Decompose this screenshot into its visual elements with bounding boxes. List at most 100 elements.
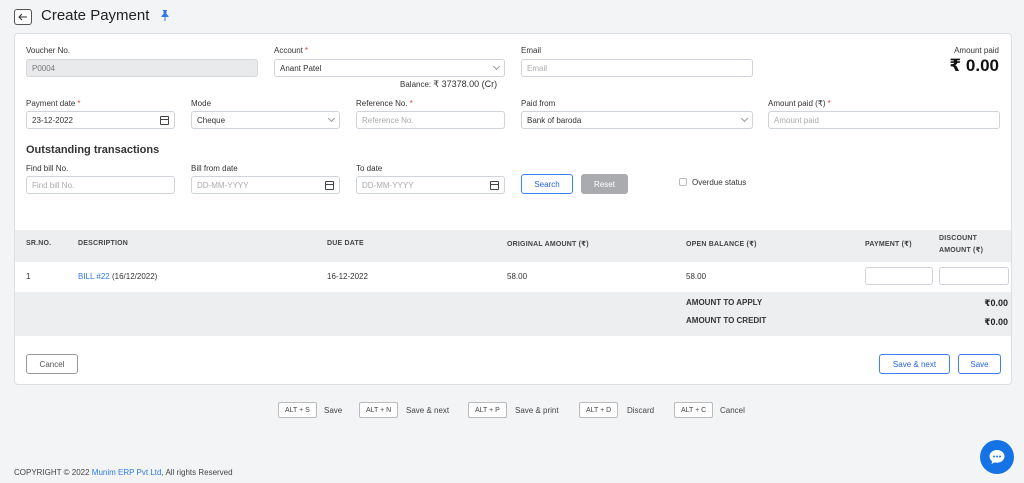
col-description: DESCRIPTION (78, 240, 129, 247)
account-balance: Balance: ₹ 37378.00 (Cr) (400, 79, 497, 90)
reference-field[interactable]: Reference No. (356, 111, 505, 129)
shortcut-key-save-next: ALT + N (359, 402, 399, 418)
mode-value: Cheque (197, 115, 226, 125)
col-discount-line2: AMOUNT (₹) (939, 247, 984, 254)
payment-date-field[interactable]: 23-12-2022 (26, 111, 175, 129)
back-button[interactable] (14, 9, 32, 25)
save-next-button[interactable]: Save & next (879, 354, 950, 374)
to-date-label: To date (356, 164, 383, 173)
reference-label: Reference No. * (356, 99, 413, 108)
col-payment: PAYMENT (₹) (865, 241, 912, 248)
account-label-text: Account (274, 46, 303, 55)
amount-paid-summary-label: Amount paid (954, 46, 999, 55)
find-bill-label: Find bill No. (26, 164, 69, 173)
reference-placeholder: Reference No. (362, 115, 414, 125)
paid-from-label: Paid from (521, 99, 556, 108)
amount-paid-label-text: Amount paid (₹) (768, 99, 826, 108)
to-date-placeholder: DD-MM-YYYY (362, 180, 414, 190)
discount-input[interactable] (939, 267, 1009, 285)
bill-date: (16/12/2022) (111, 272, 158, 281)
calendar-icon[interactable] (325, 180, 334, 190)
shortcut-key-save: ALT + S (278, 402, 317, 418)
col-original-amount: ORIGINAL AMOUNT (₹) (507, 241, 589, 248)
shortcut-key-save-print: ALT + P (468, 402, 507, 418)
reset-button[interactable]: Reset (581, 174, 628, 194)
row-open-balance: 58.00 (686, 272, 707, 281)
pin-icon (161, 10, 169, 21)
to-date-field[interactable]: DD-MM-YYYY (356, 176, 505, 194)
overdue-label: Overdue status (692, 178, 747, 187)
shortcut-label-save-print: Save & print (515, 406, 559, 415)
required-mark: * (304, 46, 309, 55)
amount-to-apply-value: ₹0.00 (984, 298, 1008, 308)
page-title: Create Payment (41, 7, 150, 24)
pin-button[interactable] (161, 10, 169, 23)
chevron-down-icon (327, 114, 336, 123)
shortcut-label-discard: Discard (627, 406, 655, 415)
bill-link[interactable]: BILL #22 (78, 272, 110, 281)
bill-from-placeholder: DD-MM-YYYY (197, 180, 249, 190)
table-row: 1 BILL #22 (16/12/2022) 16-12-2022 58.00… (15, 262, 1011, 292)
bill-from-field[interactable]: DD-MM-YYYY (191, 176, 340, 194)
find-bill-placeholder: Find bill No. (32, 180, 75, 190)
cancel-button[interactable]: Cancel (26, 354, 78, 374)
shortcut-label-cancel: Cancel (720, 406, 745, 415)
amount-paid-label: Amount paid (₹) * (768, 99, 831, 108)
copyright-suffix: , All rights Reserved (161, 468, 233, 477)
voucher-value: P0004 (32, 63, 56, 73)
shortcut-key-cancel: ALT + C (674, 402, 714, 418)
account-select[interactable]: Anant Patel (274, 59, 505, 77)
email-field[interactable]: Email (521, 59, 753, 77)
required-mark: * (77, 99, 81, 108)
totals-section (15, 292, 1011, 336)
search-button[interactable]: Search (521, 174, 573, 194)
mode-select[interactable]: Cheque (191, 111, 340, 129)
company-link[interactable]: Munim ERP Pvt Ltd (92, 468, 162, 477)
overdue-checkbox[interactable] (679, 178, 687, 186)
chat-button[interactable] (980, 440, 1014, 474)
chevron-down-icon (740, 114, 749, 123)
payment-form-card: Voucher No. P0004 Account * Anant Patel B… (14, 33, 1012, 385)
payment-input[interactable] (865, 267, 933, 285)
chat-icon (989, 450, 1005, 464)
balance-label: Balance: (400, 80, 432, 89)
find-bill-field[interactable]: Find bill No. (26, 176, 175, 194)
payment-date-label: Payment date * (26, 99, 81, 108)
calendar-icon[interactable] (490, 180, 499, 190)
paid-from-select[interactable]: Bank of baroda (521, 111, 753, 129)
balance-value: ₹ 37378.00 (Cr) (433, 79, 498, 89)
amount-to-credit-label: AMOUNT TO CREDIT (686, 316, 767, 325)
payment-date-label-text: Payment date (26, 99, 76, 108)
copyright-prefix: COPYRIGHT © 2022 (14, 468, 92, 477)
outstanding-title: Outstanding transactions (26, 144, 160, 156)
shortcut-key-discard: ALT + D (579, 402, 619, 418)
chevron-down-icon (492, 62, 501, 71)
amount-paid-placeholder: Amount paid (774, 115, 819, 125)
required-mark: * (827, 99, 831, 108)
amount-to-credit-value: ₹0.00 (984, 317, 1008, 327)
save-button[interactable]: Save (958, 354, 1001, 374)
paid-from-value: Bank of baroda (527, 115, 582, 125)
row-sr: 1 (26, 272, 31, 281)
row-original-amount: 58.00 (507, 272, 528, 281)
calendar-icon[interactable] (160, 115, 169, 125)
col-due-date: DUE DATE (327, 240, 364, 247)
bill-from-label: Bill from date (191, 164, 238, 173)
required-mark: * (409, 99, 413, 108)
account-label: Account * (274, 46, 308, 55)
amount-to-apply-label: AMOUNT TO APPLY (686, 298, 763, 307)
reference-label-text: Reference No. (356, 99, 408, 108)
col-discount-line1: DISCOUNT (939, 235, 978, 242)
back-arrow-icon (18, 13, 27, 21)
voucher-label: Voucher No. (26, 46, 71, 55)
row-due-date: 16-12-2022 (327, 272, 368, 281)
row-description: BILL #22 (16/12/2022) (78, 272, 157, 281)
copyright: COPYRIGHT © 2022 Munim ERP Pvt Ltd, All … (14, 468, 233, 477)
amount-paid-field[interactable]: Amount paid (768, 111, 1000, 129)
email-placeholder: Email (527, 63, 548, 73)
col-sr: SR.NO. (26, 240, 52, 247)
voucher-field: P0004 (26, 59, 258, 77)
amount-paid-summary-value: ₹ 0.00 (949, 56, 999, 75)
shortcut-label-save-next: Save & next (406, 406, 450, 415)
shortcut-label-save: Save (324, 406, 343, 415)
